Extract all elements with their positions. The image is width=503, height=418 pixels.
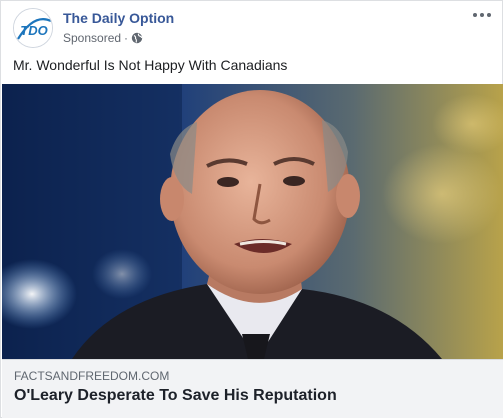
sponsored-label[interactable]: Sponsored [63,31,121,45]
link-preview[interactable]: FACTSANDFREEDOM.COM O'Leary Desperate To… [2,359,503,418]
post-caption: Mr. Wonderful Is Not Happy With Canadian… [13,57,288,73]
tdo-logo: TDO [14,9,52,47]
more-dots-icon [473,13,491,17]
post-meta: Sponsored · [63,31,143,45]
link-headline[interactable]: O'Leary Desperate To Save His Reputation [14,387,337,405]
post-image[interactable] [2,84,503,359]
globe-icon [131,32,143,44]
page-name-link[interactable]: The Daily Option [63,10,174,26]
meta-separator: · [124,31,129,45]
post-header: TDO The Daily Option Sponsored · [1,1,503,51]
portrait-photo [2,84,503,359]
sponsored-post: TDO The Daily Option Sponsored · Mr. Won… [0,0,503,418]
page-avatar[interactable]: TDO [13,8,53,48]
more-options-button[interactable] [470,5,494,25]
avatar-logo-text: TDO [20,23,47,38]
link-domain: FACTSANDFREEDOM.COM [14,369,170,383]
